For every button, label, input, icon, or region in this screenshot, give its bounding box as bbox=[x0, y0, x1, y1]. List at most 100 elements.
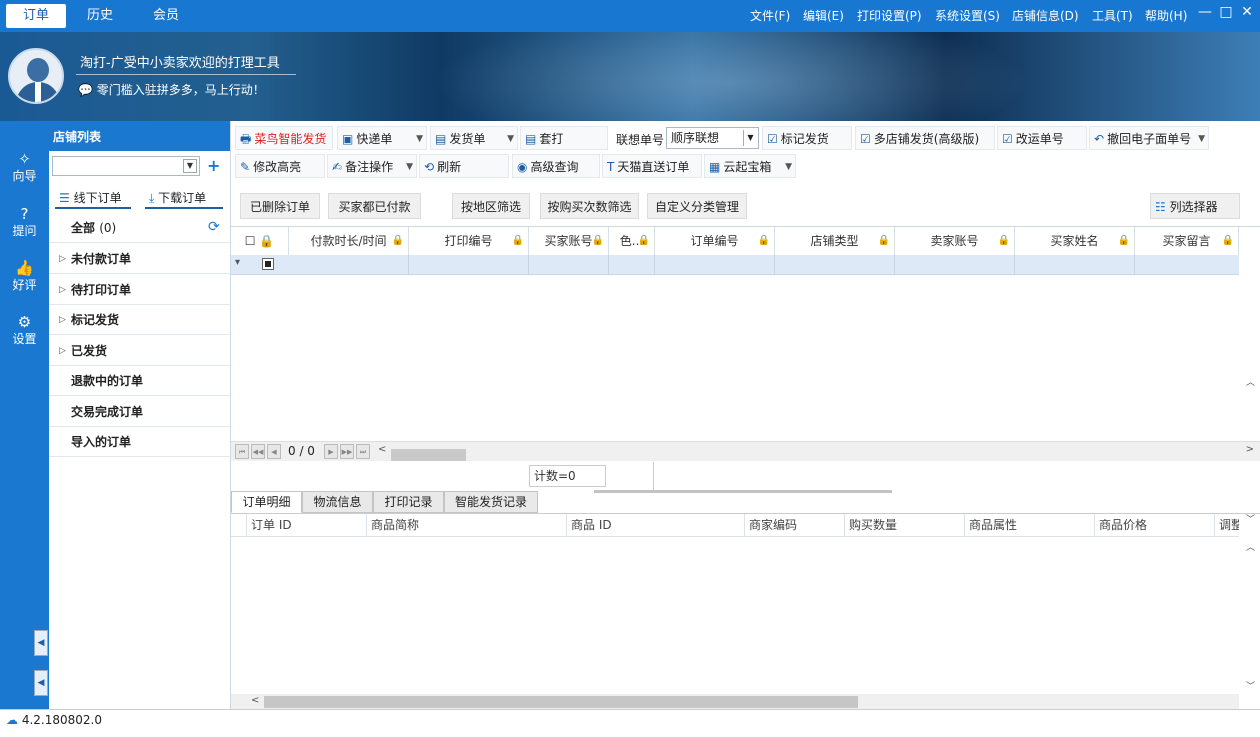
scroll-left-icon[interactable]: < bbox=[251, 695, 259, 706]
mark-shipped-button[interactable]: ☑ 标记发货 bbox=[762, 126, 852, 150]
chevron-down-icon[interactable]: ▼ bbox=[406, 155, 413, 179]
tab-order-detail[interactable]: 订单明细 bbox=[231, 491, 302, 513]
nav-review[interactable]: 👍 好评 bbox=[0, 260, 49, 293]
grid-filter-row[interactable]: ▾ bbox=[231, 255, 1239, 275]
refresh-button[interactable]: ⟲ 刷新 bbox=[419, 154, 509, 178]
tree-item-imported[interactable]: 导入的订单 bbox=[49, 427, 230, 457]
tab-members[interactable]: 会员 bbox=[138, 4, 194, 28]
col-header-product-id[interactable]: 商品 ID bbox=[567, 514, 745, 536]
col-header-pay-time[interactable]: 付款时长/时间 🔒 bbox=[289, 227, 409, 255]
close-icon[interactable]: ✕ bbox=[1238, 4, 1256, 20]
combo-print-button[interactable]: ▤ 套打 bbox=[520, 126, 608, 150]
last-page-button[interactable]: ⏭ bbox=[356, 444, 370, 459]
nav-question[interactable]: ? 提问 bbox=[0, 206, 49, 239]
scroll-down-icon[interactable]: ﹀ bbox=[1246, 679, 1255, 692]
change-waybill-button[interactable]: ☑ 改运单号 bbox=[997, 126, 1087, 150]
refresh-icon[interactable]: ⟳ bbox=[208, 219, 220, 235]
menu-print-settings[interactable]: 打印设置(P) bbox=[857, 7, 922, 24]
col-header-adjust[interactable]: 调整 bbox=[1215, 514, 1239, 536]
checkbox[interactable] bbox=[262, 258, 274, 270]
region-filter[interactable]: 按地区筛选 bbox=[452, 193, 530, 219]
prev-fast-button[interactable]: ◀◀ bbox=[251, 444, 265, 459]
custom-category-filter[interactable]: 自定义分类管理 bbox=[647, 193, 747, 219]
column-selector-button[interactable]: ☷ 列选择器 bbox=[1150, 193, 1240, 219]
tree-item-shipped[interactable]: ▷ 已发货 bbox=[49, 336, 230, 366]
prev-page-button[interactable]: ◀ bbox=[267, 444, 281, 459]
expand-icon[interactable]: ▷ bbox=[59, 305, 66, 335]
menu-tools[interactable]: 工具(T) bbox=[1092, 7, 1133, 24]
scroll-right-icon[interactable]: > bbox=[1246, 444, 1254, 455]
remark-ops-button[interactable]: ✍ 备注操作 ▼ bbox=[327, 154, 417, 178]
collapse-panel-button[interactable]: ◀ bbox=[34, 630, 48, 656]
tree-item-completed[interactable]: 交易完成订单 bbox=[49, 397, 230, 427]
col-header-price[interactable]: 商品价格 bbox=[1095, 514, 1215, 536]
tab-logistics[interactable]: 物流信息 bbox=[302, 491, 373, 513]
col-header-order-no[interactable]: 订单编号 🔒 bbox=[655, 227, 775, 255]
download-order-button[interactable]: ⤓ 下载订单 bbox=[145, 187, 223, 209]
col-header-color[interactable]: 色... 🔒 bbox=[609, 227, 655, 255]
add-shop-button[interactable]: + bbox=[207, 156, 220, 175]
col-header-seller-account[interactable]: 卖家账号 🔒 bbox=[895, 227, 1015, 255]
col-header-print-no[interactable]: 打印编号 🔒 bbox=[409, 227, 529, 255]
nav-settings[interactable]: ⚙ 设置 bbox=[0, 314, 49, 347]
checkbox[interactable]: ☐ bbox=[245, 234, 256, 248]
col-header-buyer-name[interactable]: 买家姓名 🔒 bbox=[1015, 227, 1135, 255]
first-page-button[interactable]: ⏮ bbox=[235, 444, 249, 459]
next-fast-button[interactable]: ▶▶ bbox=[340, 444, 354, 459]
tab-history[interactable]: 历史 bbox=[72, 4, 128, 28]
buyer-paid-filter[interactable]: 买家都已付款 bbox=[328, 193, 421, 219]
col-header-product-short[interactable]: 商品简称 bbox=[367, 514, 567, 536]
chevron-down-icon[interactable]: ▼ bbox=[1198, 127, 1205, 151]
cainiao-smart-ship-button[interactable]: 🖶 菜鸟智能发货 bbox=[235, 126, 333, 150]
expand-icon[interactable]: ▷ bbox=[59, 244, 66, 274]
col-header-shop-type[interactable]: 店铺类型 🔒 bbox=[775, 227, 895, 255]
col-header-merchant-code[interactable]: 商家编码 bbox=[745, 514, 845, 536]
menu-system-settings[interactable]: 系统设置(S) bbox=[935, 7, 1000, 24]
col-header-attributes[interactable]: 商品属性 bbox=[965, 514, 1095, 536]
scroll-left-icon[interactable]: < bbox=[378, 444, 386, 455]
menu-shop-info[interactable]: 店铺信息(D) bbox=[1012, 7, 1079, 24]
chevron-down-icon[interactable]: ▼ bbox=[416, 127, 423, 151]
deleted-orders-filter[interactable]: 已删除订单 bbox=[240, 193, 320, 219]
chevron-down-icon[interactable]: ▼ bbox=[785, 155, 792, 179]
avatar[interactable] bbox=[8, 48, 64, 104]
edit-highlight-button[interactable]: ✎ 修改高亮 bbox=[235, 154, 325, 178]
col-header-quantity[interactable]: 购买数量 bbox=[845, 514, 965, 536]
grid-horizontal-scrollbar[interactable] bbox=[391, 449, 466, 461]
expand-icon[interactable]: ▷ bbox=[59, 336, 66, 366]
next-page-button[interactable]: ▶ bbox=[324, 444, 338, 459]
purchase-count-filter[interactable]: 按购买次数筛选 bbox=[540, 193, 639, 219]
advanced-query-button[interactable]: ◉ 高级查询 bbox=[512, 154, 600, 178]
nav-guide[interactable]: ✧ 向导 bbox=[0, 151, 49, 184]
col-header-buyer-account[interactable]: 买家账号 🔒 bbox=[529, 227, 609, 255]
col-header-buyer-message[interactable]: 买家留言 🔒 bbox=[1135, 227, 1239, 255]
expand-panel-button[interactable]: ◀ bbox=[34, 670, 48, 696]
detail-horizontal-scrollbar[interactable]: < bbox=[231, 694, 1239, 710]
banner-subtitle[interactable]: 💬 零门槛入驻拼多多，马上行动！ bbox=[78, 81, 265, 98]
maximize-icon[interactable]: □ bbox=[1217, 4, 1235, 20]
menu-file[interactable]: 文件(F) bbox=[750, 7, 790, 24]
lianxiang-select[interactable]: 顺序联想 ▼ bbox=[666, 127, 759, 149]
minimize-icon[interactable]: — bbox=[1196, 4, 1214, 20]
tree-item-to-print[interactable]: ▷ 待打印订单 bbox=[49, 275, 230, 305]
tree-item-all[interactable]: 全部 (0) bbox=[49, 213, 230, 243]
tab-orders[interactable]: 订单 bbox=[6, 4, 66, 28]
offline-order-button[interactable]: ☰ 线下订单 bbox=[55, 187, 131, 209]
shop-select[interactable]: ▼ bbox=[52, 156, 200, 176]
tmall-direct-orders-button[interactable]: T 天猫直送订单 bbox=[602, 154, 702, 178]
expand-icon[interactable]: ▷ bbox=[59, 275, 66, 305]
scrollbar-thumb[interactable] bbox=[264, 696, 858, 708]
scroll-up-icon[interactable]: ︿ bbox=[1246, 375, 1255, 388]
multi-shop-ship-button[interactable]: ☑ 多店铺发货(高级版) bbox=[855, 126, 995, 150]
scroll-up-icon[interactable]: ︿ bbox=[1246, 540, 1255, 553]
menu-edit[interactable]: 编辑(E) bbox=[803, 7, 844, 24]
menu-help[interactable]: 帮助(H) bbox=[1145, 7, 1187, 24]
tree-item-mark-shipped[interactable]: ▷ 标记发货 bbox=[49, 305, 230, 335]
filter-icon[interactable]: ▾ bbox=[235, 257, 240, 268]
cloud-box-button[interactable]: ▦ 云起宝箱 ▼ bbox=[704, 154, 796, 178]
delivery-note-button[interactable]: ▤ 发货单 ▼ bbox=[430, 126, 518, 150]
detail-vertical-scrollbar[interactable]: ︿ ﹀ bbox=[1240, 538, 1260, 694]
tree-item-unpaid[interactable]: ▷ 未付款订单 bbox=[49, 244, 230, 274]
select-all-header[interactable]: ☐ 🔒 bbox=[231, 227, 289, 255]
revoke-e-waybill-button[interactable]: ↶ 撤回电子面单号 ▼ bbox=[1089, 126, 1209, 150]
